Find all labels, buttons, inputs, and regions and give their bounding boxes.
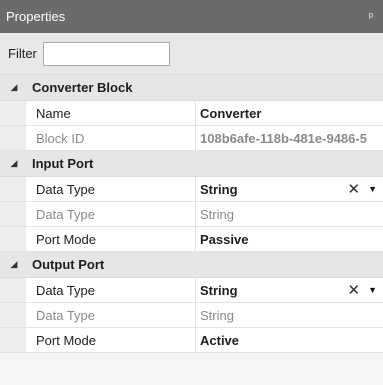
data-type-value: String xyxy=(200,282,238,298)
panel-title: Properties xyxy=(6,9,66,24)
property-row-data-type[interactable]: Data Type String ✕ ▼ xyxy=(0,177,383,202)
property-row-block-id[interactable]: Block ID 108b6afe-118b-481e-9486-5 xyxy=(0,126,383,151)
clear-icon[interactable]: ✕ xyxy=(348,281,361,299)
property-name: Port Mode xyxy=(26,328,196,352)
properties-panel: Properties ᵖ Filter ◢ Converter Block Na… xyxy=(0,0,383,385)
property-name: Data Type xyxy=(26,177,196,201)
property-grid: ◢ Converter Block Name Converter Block I… xyxy=(0,75,383,353)
property-name: Data Type xyxy=(26,202,196,226)
property-value[interactable]: Converter xyxy=(196,101,383,125)
property-row-port-mode[interactable]: Port Mode Active xyxy=(0,328,383,353)
property-name: Name xyxy=(26,101,196,125)
property-value[interactable]: Passive xyxy=(196,227,383,251)
collapse-triangle-icon[interactable]: ◢ xyxy=(6,82,22,93)
property-value[interactable]: String ✕ ▼ xyxy=(196,177,383,201)
property-value[interactable]: String ✕ ▼ xyxy=(196,278,383,302)
property-row-data-type-readonly: Data Type String xyxy=(0,202,383,227)
category-input-port[interactable]: ◢ Input Port xyxy=(0,151,383,177)
pin-icon[interactable]: ᵖ xyxy=(369,11,373,23)
property-value[interactable]: 108b6afe-118b-481e-9486-5 xyxy=(196,126,383,150)
data-type-value: String xyxy=(200,181,238,197)
category-output-port[interactable]: ◢ Output Port xyxy=(0,252,383,278)
property-name: Data Type xyxy=(26,278,196,302)
category-title: Input Port xyxy=(32,156,94,171)
dropdown-arrow-icon[interactable]: ▼ xyxy=(368,285,377,295)
property-row-name[interactable]: Name Converter xyxy=(0,101,383,126)
clear-icon[interactable]: ✕ xyxy=(348,180,361,198)
property-row-port-mode[interactable]: Port Mode Passive xyxy=(0,227,383,252)
filter-label: Filter xyxy=(8,46,37,61)
dropdown-arrow-icon[interactable]: ▼ xyxy=(368,184,377,194)
property-name: Port Mode xyxy=(26,227,196,251)
property-row-data-type[interactable]: Data Type String ✕ ▼ xyxy=(0,278,383,303)
filter-bar: Filter xyxy=(0,33,383,75)
filter-input[interactable] xyxy=(42,41,170,66)
property-row-data-type-readonly: Data Type String xyxy=(0,303,383,328)
category-title: Output Port xyxy=(32,257,105,272)
collapse-triangle-icon[interactable]: ◢ xyxy=(6,259,22,270)
collapse-triangle-icon[interactable]: ◢ xyxy=(6,158,22,169)
category-title: Converter Block xyxy=(32,80,133,95)
property-value: String xyxy=(200,307,234,323)
property-name: Block ID xyxy=(26,126,196,150)
panel-titlebar: Properties ᵖ xyxy=(0,0,383,33)
property-value[interactable]: Active xyxy=(196,328,383,352)
property-value: String xyxy=(200,206,234,222)
category-converter-block[interactable]: ◢ Converter Block xyxy=(0,75,383,101)
property-name: Data Type xyxy=(26,303,196,327)
